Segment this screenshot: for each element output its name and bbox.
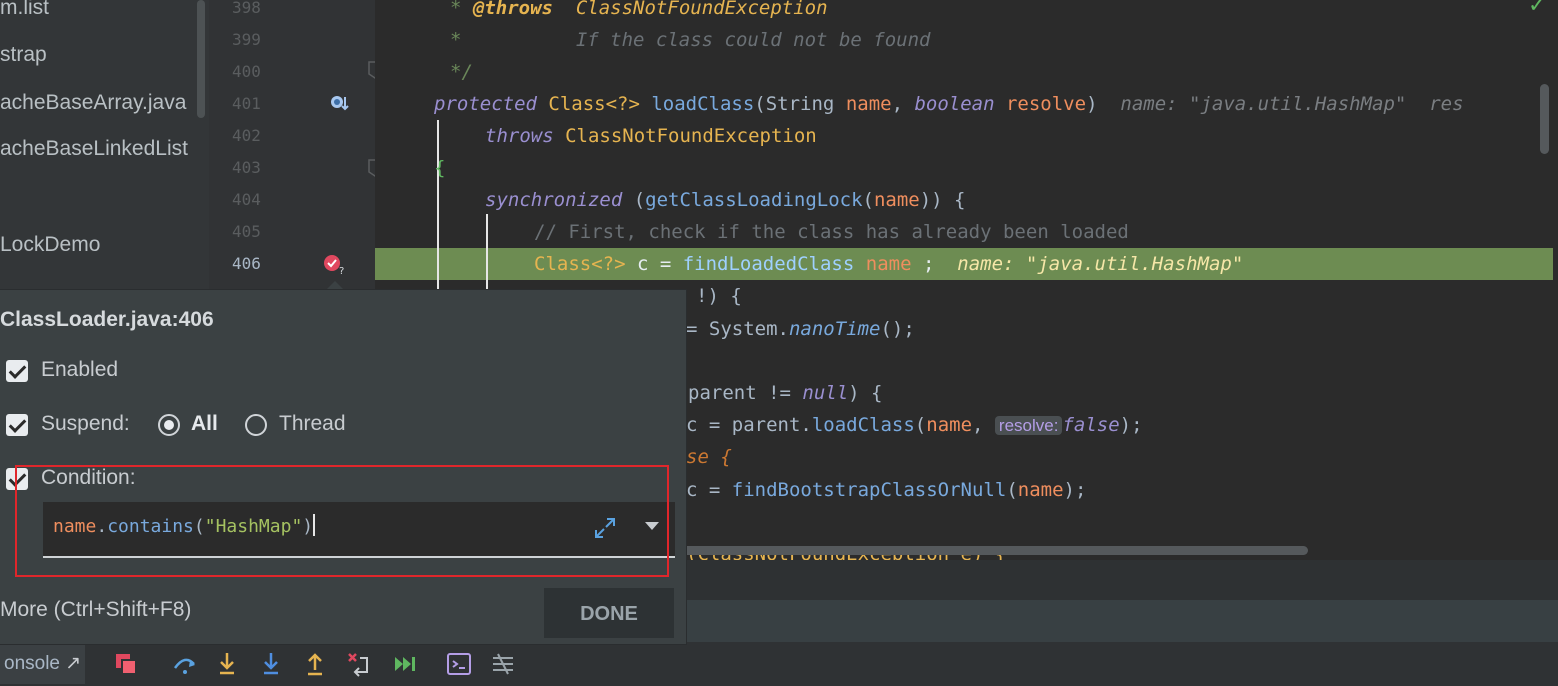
inspection-ok-icon[interactable]: ✓ [1528, 0, 1546, 18]
line-number: 403 [232, 158, 261, 177]
conditional-breakpoint-icon[interactable]: ? [322, 252, 348, 278]
console-tab[interactable]: onsole ↗ [0, 644, 86, 684]
line-number: 399 [232, 30, 261, 49]
code-line-410: parent != null) { [688, 382, 883, 404]
pin-icon: ↗ [65, 653, 82, 674]
code-line-404: synchronized (getClassLoadingLock(name))… [485, 189, 966, 211]
code-line-401: protected Class<?> loadClass(String name… [434, 93, 1464, 115]
code-line-406: Class<?> c = findLoadedClass name ; name… [534, 253, 1244, 275]
suspend-thread-label: Thread [279, 412, 346, 435]
svg-text:?: ? [339, 266, 344, 277]
line-number-current: 406 [232, 254, 261, 273]
editor-vertical-scrollbar[interactable] [1540, 84, 1549, 154]
suspend-all-label: All [191, 412, 218, 435]
line-number: 401 [232, 94, 261, 113]
sidebar-item[interactable]: acheBaseArray.java [0, 88, 186, 118]
code-line-407: !) { [696, 285, 742, 307]
code-line-403: { [434, 157, 446, 179]
project-sidebar: m.list strap acheBaseArray.java acheBase… [0, 0, 209, 290]
drop-frame-icon[interactable] [346, 650, 372, 678]
code-line-402: throws ClassNotFoundException [485, 125, 817, 147]
sidebar-item[interactable]: acheBaseLinkedList [0, 134, 188, 164]
code-line-398: * @throws ClassNotFoundException [450, 0, 828, 19]
line-number: 404 [232, 190, 261, 209]
enabled-label: Enabled [41, 358, 119, 381]
indent-guide [437, 120, 439, 295]
more-link[interactable]: More (Ctrl+Shift+F8) [0, 598, 191, 622]
parameter-hint: resolve: [994, 416, 1063, 435]
sidebar-item[interactable]: LockDemo [0, 230, 100, 260]
step-over-icon[interactable] [172, 650, 198, 678]
code-line-411: c = parent.loadClass(name, resolve: false… [686, 414, 1143, 436]
line-number: 405 [232, 222, 261, 241]
suspend-checkbox[interactable] [6, 414, 28, 436]
trace-stream-icon[interactable] [490, 650, 516, 678]
code-line-413: c = findBootstrapClassOrNull(name); [686, 479, 1087, 501]
sidebar-scrollbar[interactable] [197, 0, 205, 118]
code-line-399: * If the class could not be found [450, 29, 931, 51]
line-number: 400 [232, 62, 261, 81]
evaluate-expression-icon[interactable] [446, 650, 472, 678]
code-line-408: = System.nanoTime(); [686, 318, 915, 340]
sidebar-item[interactable]: strap [0, 40, 47, 70]
line-number: 402 [232, 126, 261, 145]
code-line-405: // First, check if the class has already… [534, 221, 1129, 243]
done-button[interactable]: DONE [544, 588, 674, 638]
sidebar-item[interactable]: m.list [0, 0, 49, 23]
suspend-label: Suspend: [41, 412, 130, 435]
code-line-400: */ [450, 61, 473, 83]
suspend-all-radio[interactable] [158, 414, 180, 436]
line-number: 398 [232, 0, 261, 17]
step-out-icon[interactable] [302, 650, 328, 678]
code-line-412: se { [686, 446, 732, 468]
suspend-thread-radio[interactable] [245, 414, 267, 436]
force-step-into-icon[interactable] [258, 650, 284, 678]
breakpoint-method-icon[interactable] [329, 92, 351, 114]
editor-horizontal-scrollbar[interactable] [676, 546, 1308, 555]
popup-title: ClassLoader.java:406 [0, 308, 214, 331]
run-to-cursor-icon[interactable] [392, 650, 418, 678]
annotation-highlight-box [15, 465, 669, 577]
breakpoint-popup: ClassLoader.java:406 Enabled Suspend: Al… [0, 290, 686, 644]
indent-guide [486, 214, 488, 294]
restore-layout-icon[interactable] [113, 650, 139, 678]
step-into-icon[interactable] [214, 650, 240, 678]
enabled-checkbox[interactable] [6, 360, 28, 382]
